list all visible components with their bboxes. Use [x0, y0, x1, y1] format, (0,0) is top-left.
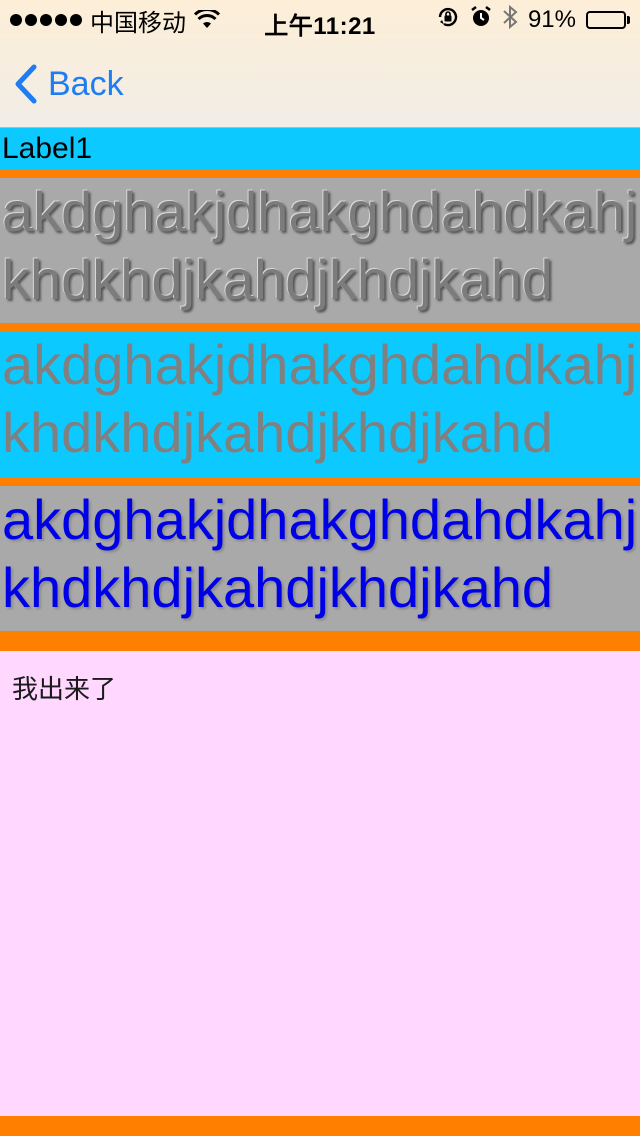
bluetooth-icon: [502, 4, 518, 37]
navigation-bar: Back: [0, 40, 640, 128]
back-button[interactable]: Back: [14, 62, 124, 106]
orientation-lock-icon: [436, 5, 460, 36]
orange-separator: [0, 478, 640, 486]
label1: Label1: [0, 128, 640, 170]
chevron-left-icon: [14, 64, 38, 104]
text-block-shadow-gray: akdghakjdhakghdahdkahjkhdkhdjkahdjkhdjka…: [0, 178, 640, 323]
status-bar: 中国移动 上午11:21 91%: [0, 0, 640, 40]
bottom-orange-bar: [0, 1116, 640, 1136]
status-right: 91%: [436, 4, 630, 37]
text-block-cyan: akdghakjdhakghdahdkahjkhdkhdjkahdjkhdjka…: [0, 331, 640, 478]
pink-content-area: 我出来了: [0, 651, 640, 1116]
top-bar: 中国移动 上午11:21 91% Back: [0, 0, 640, 128]
text-block-blue: akdghakjdhakghdahdkahjkhdkhdjkahdjkhdjka…: [0, 486, 640, 631]
orange-separator: [0, 323, 640, 331]
pink-text-label: 我出来了: [12, 675, 117, 705]
back-label: Back: [48, 64, 124, 103]
orange-separator: [0, 170, 640, 178]
battery-icon: [586, 11, 630, 29]
orange-separator: [0, 631, 640, 651]
battery-percent: 91%: [527, 6, 576, 33]
alarm-icon: [470, 5, 492, 36]
